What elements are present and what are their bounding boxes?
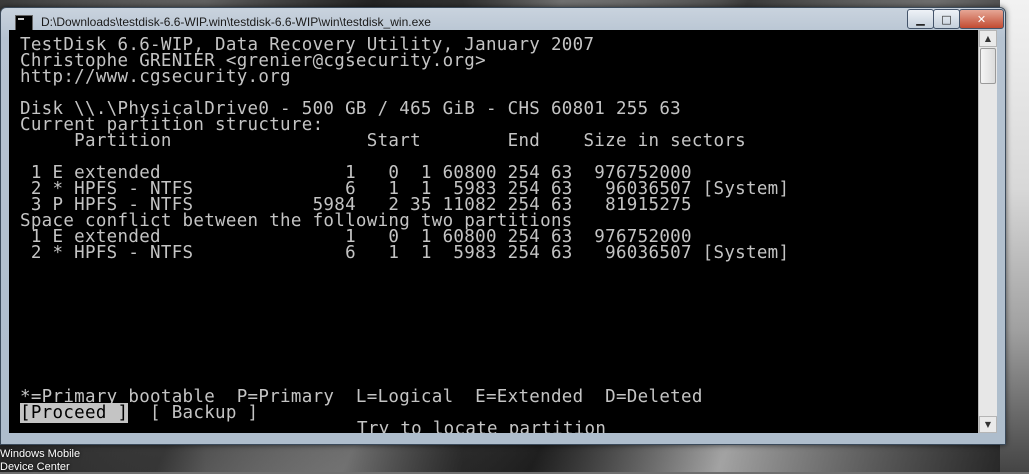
scroll-down-arrow-icon[interactable]: ▼ — [979, 416, 997, 433]
scrollbar-thumb[interactable] — [980, 48, 996, 84]
minimize-button[interactable]: ▁ — [907, 9, 934, 29]
console-output[interactable]: TestDisk 6.6-WIP, Data Recovery Utility,… — [9, 30, 978, 433]
partition-row: 2 * HPFS - NTFS 6 1 1 5983 254 63 960365… — [20, 243, 790, 263]
backup-button[interactable]: [ Backup ] — [150, 403, 258, 423]
console-line: http://www.cgsecurity.org — [20, 67, 291, 87]
menu-line: [Proceed ] [ Backup ] — [20, 403, 258, 423]
maximize-button[interactable]: □ — [933, 9, 960, 29]
scroll-up-arrow-icon[interactable]: ▲ — [979, 30, 997, 47]
proceed-button[interactable]: [Proceed ] — [20, 403, 129, 423]
status-line: Try to locate partition — [357, 419, 607, 433]
window-title: D:\Downloads\testdisk-6.6-WIP.win\testdi… — [41, 15, 431, 29]
close-button[interactable]: ✕ — [959, 9, 1004, 29]
vertical-scrollbar[interactable]: ▲ ▼ — [978, 30, 997, 433]
menu-spacer — [128, 403, 150, 423]
console-line: Partition Start End Size in sectors — [20, 131, 747, 151]
console-app-icon[interactable] — [15, 15, 33, 31]
desktop-shortcut-label[interactable]: Windows Mobile Device Center — [0, 448, 100, 474]
